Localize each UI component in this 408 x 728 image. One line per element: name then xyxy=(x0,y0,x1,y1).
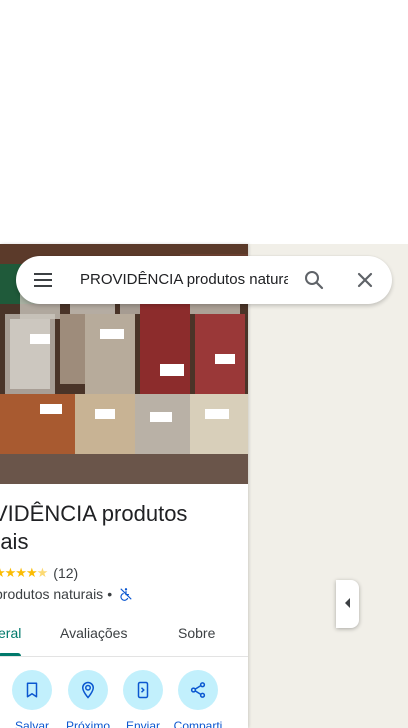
nearby-button[interactable]: Próximo xyxy=(60,670,116,728)
place-title: VIDÊNCIA produtos rais xyxy=(0,501,188,554)
bookmark-icon xyxy=(12,670,52,710)
category-row: produtos naturais • xyxy=(0,585,133,603)
menu-icon[interactable] xyxy=(32,270,56,290)
collapse-panel-button[interactable] xyxy=(336,580,359,628)
send-label: Enviar xyxy=(125,719,160,728)
save-label: Salvar xyxy=(14,719,49,728)
save-button[interactable]: Salvar xyxy=(4,670,60,728)
caret-left-icon xyxy=(344,595,352,613)
search-icon[interactable] xyxy=(302,268,326,292)
share-button[interactable]: Comparti xyxy=(170,670,226,728)
tab-overview[interactable]: eral xyxy=(0,614,22,656)
search-bar: PROVIDÊNCIA produtos naturais xyxy=(16,256,392,304)
rating-row[interactable]: ★★★★★ (12) xyxy=(0,564,78,582)
place-category[interactable]: produtos naturais xyxy=(0,586,103,602)
send-to-phone-button[interactable]: Enviar xyxy=(115,670,171,728)
tab-about[interactable]: Sobre xyxy=(178,614,215,656)
close-icon[interactable] xyxy=(353,268,377,292)
place-tabs: eral Avaliações Sobre xyxy=(0,614,248,657)
rating-stars: ★★★★★ xyxy=(0,565,48,580)
map-area[interactable] xyxy=(248,244,408,728)
place-panel: VIDÊNCIA produtos rais ★★★★★ (12) produt… xyxy=(0,244,248,728)
search-input[interactable]: PROVIDÊNCIA produtos naturais xyxy=(80,270,288,290)
share-label: Comparti xyxy=(173,719,223,728)
rating-count[interactable]: (12) xyxy=(53,565,78,581)
nearby-icon xyxy=(68,670,108,710)
share-icon xyxy=(178,670,218,710)
tab-reviews[interactable]: Avaliações xyxy=(60,614,127,656)
nearby-label: Próximo xyxy=(65,719,110,728)
not-accessible-icon[interactable] xyxy=(119,587,133,601)
send-to-phone-icon xyxy=(123,670,163,710)
separator: • xyxy=(107,586,113,602)
action-buttons: Salvar Próximo Enviar Comparti xyxy=(0,670,248,728)
